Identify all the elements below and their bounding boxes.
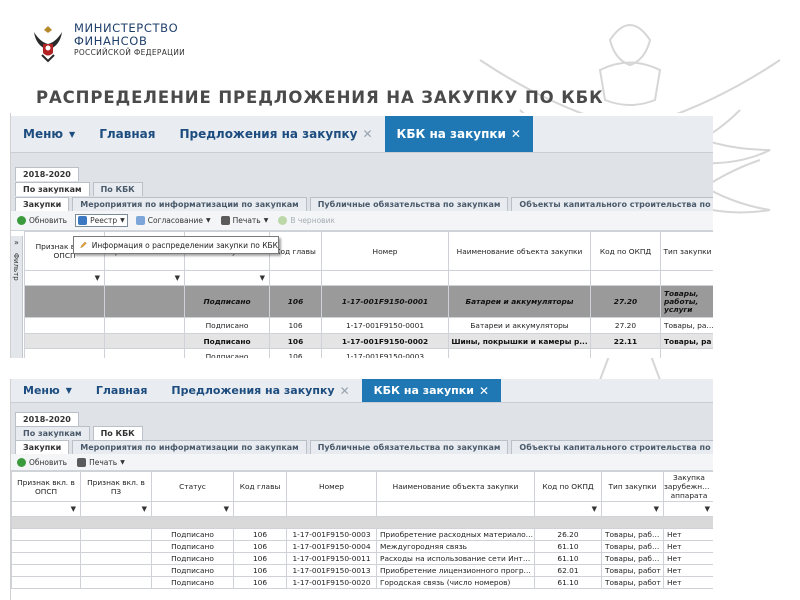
filter-status-select[interactable]: ▼: [151, 501, 234, 517]
tab-kbk[interactable]: КБК на закупки ✕: [384, 116, 533, 152]
tab-proposals[interactable]: Предложения на закупку ✕: [167, 116, 384, 152]
tab-capital-objects[interactable]: Объекты капитального строительства по за…: [511, 440, 713, 454]
table-row[interactable]: Подписано 106 1-17-001F9150-0013 Приобре…: [11, 564, 713, 577]
tab-year[interactable]: 2018-2020: [15, 412, 79, 426]
screenshot-by-kbk: Меню ▼ Главная Предложения на закупку ✕ КБ…: [10, 379, 713, 600]
chevron-down-icon: ▼: [69, 129, 76, 139]
col-number[interactable]: Номер: [321, 231, 449, 271]
col-okpd[interactable]: Код по ОКПД: [534, 471, 602, 502]
close-icon[interactable]: ✕: [511, 127, 521, 141]
table-row[interactable]: Подписано 106 1-17-001F9150-0002 Шины, п…: [24, 333, 713, 349]
col-okpd[interactable]: Код по ОКПД: [590, 231, 661, 271]
filter-pz-select[interactable]: ▼: [104, 270, 185, 286]
ministry-logo: МИНИСТЕРСТВО ФИНАНСОВ РОССИЙСКОЙ ФЕДЕРАЦ…: [28, 22, 185, 64]
tab-capital-objects[interactable]: Объекты капитального строительства по за…: [511, 197, 713, 211]
close-icon[interactable]: ✕: [479, 384, 489, 398]
filter-opsp-select[interactable]: ▼: [24, 270, 105, 286]
printer-icon: [77, 457, 87, 467]
toolbar: Обновить Печать ▼: [11, 454, 713, 471]
filter-row: ▼ ▼ ▼ ▼ ▼ ▼: [11, 501, 713, 517]
tab-purchases[interactable]: Закупки: [15, 440, 70, 454]
tab-public-obligations[interactable]: Публичные обязательства по закупкам: [309, 197, 509, 211]
col-chapter-code[interactable]: Код главы: [233, 471, 287, 502]
col-foreign[interactable]: Закупка зарубежного аппарата: [663, 471, 713, 502]
refresh-button[interactable]: Обновить: [15, 457, 69, 468]
tab-by-kbk[interactable]: По КБК: [92, 182, 143, 196]
ministry-emblem-icon: [34, 26, 62, 63]
tab-year[interactable]: 2018-2020: [15, 167, 79, 181]
refresh-icon: [17, 457, 26, 467]
nav-home[interactable]: Главная: [87, 116, 167, 152]
logo-line2: ФИНАНСОВ: [74, 34, 148, 48]
col-pz[interactable]: Признак вкл. в ПЗ: [80, 471, 152, 502]
logo-line3: РОССИЙСКОЙ ФЕДЕРАЦИИ: [74, 48, 186, 57]
filter-label: Фильтр: [12, 253, 20, 281]
print-button[interactable]: Печать ▼: [75, 457, 127, 468]
col-purchase-type[interactable]: Тип закупки: [601, 471, 664, 502]
tab-by-purchases[interactable]: По закупкам: [15, 182, 90, 196]
col-status[interactable]: Статус: [151, 471, 234, 502]
table-row[interactable]: Подписано 106 1-17-001F9150-0011 Расходы…: [11, 552, 713, 565]
print-button[interactable]: Печать ▼: [219, 215, 271, 226]
col-opsp[interactable]: Признак вкл. в ОПСП: [11, 471, 81, 502]
popup-item-label: Информация о распределении закупки по КБ…: [91, 240, 278, 250]
tab-by-kbk[interactable]: По КБК: [92, 426, 143, 440]
registry-icon: [78, 216, 88, 225]
filter-panel-toggle[interactable]: » Фильтр: [11, 236, 23, 358]
tab-purchases[interactable]: Закупки: [15, 197, 70, 211]
tab-it-measures[interactable]: Мероприятия по информатизации по закупка…: [72, 197, 307, 211]
menu-button[interactable]: Меню ▼: [11, 116, 87, 152]
col-object-name[interactable]: Наименование объекта закупки: [448, 231, 591, 271]
col-object-name[interactable]: Наименование объекта закупки: [376, 471, 535, 502]
table-row[interactable]: Подписано 106 1-17-001F9150-0003 Приобре…: [11, 528, 713, 541]
tab-proposals[interactable]: Предложения на закупку ✕: [159, 379, 361, 402]
filter-foreign-select[interactable]: ▼: [663, 501, 713, 517]
tab-kbk[interactable]: КБК на закупки ✕: [361, 379, 501, 402]
screenshot-registry-menu: Меню ▼ Главная Предложения на закупку ✕ КБ…: [10, 113, 713, 358]
top-navigation: Меню ▼ Главная Предложения на закупку ✕ КБ…: [11, 116, 713, 153]
toolbar: Обновить Реестр ▼ Согласование ▼ Печать ▼ В…: [11, 211, 713, 231]
filter-row: ▼ ▼ ▼: [24, 270, 713, 286]
to-draft-button[interactable]: В черновик: [276, 215, 337, 226]
filter-opsp-select[interactable]: ▼: [11, 501, 81, 517]
slide-title: РАСПРЕДЕЛЕНИЕ ПРЕДЛОЖЕНИЯ НА ЗАКУПКУ ПО …: [36, 88, 604, 107]
menu-button[interactable]: Меню ▼: [11, 379, 84, 402]
filter-okpd-select[interactable]: ▼: [534, 501, 602, 517]
tab-public-obligations[interactable]: Публичные обязательства по закупкам: [309, 440, 509, 454]
printer-icon: [220, 216, 230, 225]
close-icon[interactable]: ✕: [362, 127, 372, 141]
table-row[interactable]: Подписано 106 1-17-001F9150-0001 Батареи…: [24, 285, 713, 318]
close-icon[interactable]: ✕: [340, 384, 350, 398]
refresh-button[interactable]: Обновить: [15, 215, 69, 226]
filter-status-select[interactable]: ▼: [184, 270, 270, 286]
expand-icon: »: [14, 238, 19, 247]
filter-type-select[interactable]: ▼: [601, 501, 664, 517]
registry-dropdown-item[interactable]: Информация о распределении закупки по КБ…: [73, 236, 279, 254]
filter-pz-select[interactable]: ▼: [80, 501, 152, 517]
table-row[interactable]: Подписано 106 1-17-001F9150-0001 Батареи…: [24, 317, 713, 334]
registry-button[interactable]: Реестр ▼: [75, 214, 128, 227]
tab-it-measures[interactable]: Мероприятия по информатизации по закупка…: [72, 440, 307, 454]
col-number[interactable]: Номер: [286, 471, 377, 502]
tab-by-purchases[interactable]: По закупкам: [15, 426, 90, 440]
refresh-icon: [17, 216, 26, 225]
nav-home[interactable]: Главная: [84, 379, 160, 402]
table-row[interactable]: Подписано 106 1-17-001F9150-0020 Городск…: [11, 576, 713, 589]
table-row[interactable]: Подписано 106 1-17-001F9150-0004 Междуго…: [11, 540, 713, 553]
kbk-purchases-table: Признак вкл. в ОПСП Признак вкл. в ПЗ Ст…: [11, 471, 713, 589]
table-row[interactable]: Подписано 106 1-17-001F9150-0003: [24, 348, 713, 358]
chevron-down-icon: ▼: [65, 386, 72, 395]
draft-icon: [278, 216, 288, 225]
col-purchase-type[interactable]: Тип закупки: [660, 231, 713, 271]
top-navigation: Меню ▼ Главная Предложения на закупку ✕ КБ…: [11, 379, 713, 403]
approval-icon: [135, 216, 145, 225]
pencil-icon: [80, 241, 87, 249]
approval-button[interactable]: Согласование ▼: [134, 215, 213, 226]
